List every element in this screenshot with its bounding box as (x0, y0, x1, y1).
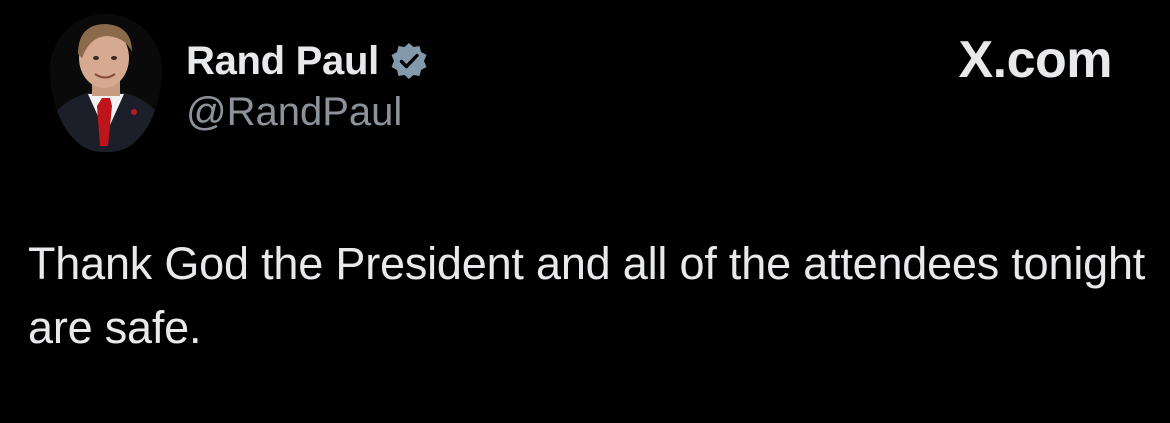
tweet-text: Thank God the President and all of the a… (28, 238, 1146, 353)
author-handle[interactable]: @RandPaul (186, 90, 402, 135)
verified-badge-icon (389, 41, 429, 81)
source-label: X.com (958, 31, 1112, 89)
avatar[interactable] (50, 14, 162, 152)
author-name-row: Rand Paul (186, 38, 429, 84)
author-display-name[interactable]: Rand Paul (186, 39, 379, 84)
tweet-card: Rand Paul @RandPaul X.com Thank God the … (0, 0, 1170, 423)
avatar-image (50, 14, 162, 152)
